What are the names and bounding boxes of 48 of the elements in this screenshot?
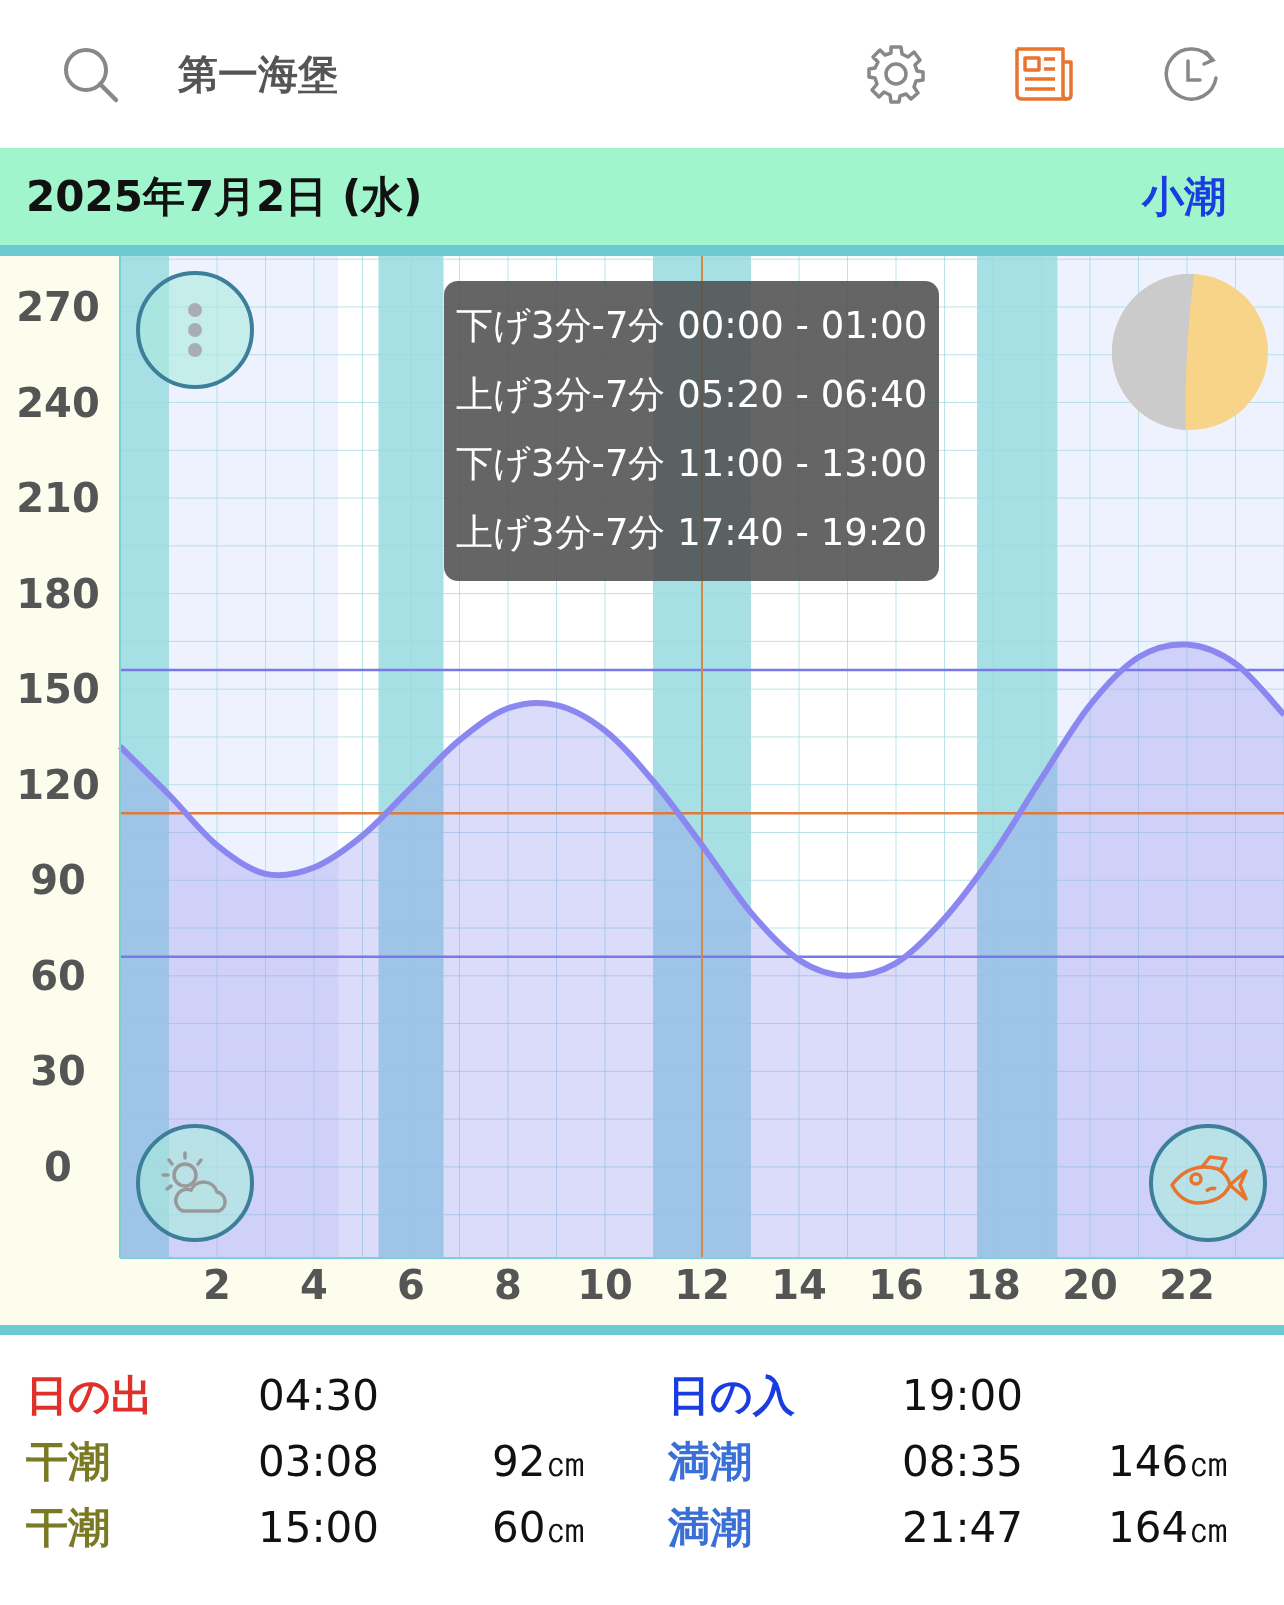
date-label: 2025年7月2日 (水)	[26, 170, 423, 223]
event-label: 日の出	[26, 1370, 153, 1422]
x-tick-label: 4	[300, 1262, 328, 1308]
newspaper-icon[interactable]	[1014, 46, 1074, 102]
x-tick-label: 12	[674, 1262, 730, 1308]
x-tick-label: 6	[397, 1262, 425, 1308]
y-tick-label: 240	[16, 379, 100, 426]
location-title: 第一海堡	[178, 49, 338, 99]
more-icon	[185, 300, 205, 360]
event-label: 干潮	[26, 1436, 110, 1488]
x-tick-label: 20	[1062, 1262, 1118, 1308]
x-tick-label: 22	[1159, 1262, 1215, 1308]
event-label: 満潮	[668, 1502, 752, 1554]
tooltip-text: 上げ3分-7分 05:20 - 06:40	[456, 372, 928, 418]
event-time: 19:00	[902, 1370, 1024, 1422]
event-time: 21:47	[902, 1502, 1024, 1554]
x-tick-label: 10	[577, 1262, 633, 1308]
x-tick-label: 16	[868, 1262, 924, 1308]
tide-type-label: 小潮	[1142, 170, 1226, 223]
event-time: 15:00	[258, 1502, 380, 1554]
event-label: 干潮	[26, 1502, 110, 1554]
event-label: 日の入	[668, 1370, 795, 1422]
y-tick-label: 180	[16, 570, 100, 617]
tide-height: 60㎝	[492, 1502, 588, 1554]
moon-icon	[1112, 274, 1268, 430]
settings-icon[interactable]	[866, 44, 926, 104]
tooltip-text: 下げ3分-7分 00:00 - 01:00	[456, 303, 928, 349]
y-tick-label: 0	[44, 1143, 72, 1190]
x-tick-label: 8	[494, 1262, 522, 1308]
y-tick-label: 210	[16, 475, 100, 522]
y-tick-label: 150	[16, 666, 100, 713]
tide-height: 146㎝	[1108, 1436, 1231, 1488]
x-tick-label: 18	[965, 1262, 1021, 1308]
x-tick-label: 14	[771, 1262, 827, 1308]
y-tick-label: 120	[16, 761, 100, 808]
event-time: 04:30	[258, 1370, 380, 1422]
tide-height: 92㎝	[492, 1436, 588, 1488]
tooltip-text: 上げ3分-7分 17:40 - 19:20	[456, 510, 928, 556]
event-time: 03:08	[258, 1436, 380, 1488]
tooltip-text: 下げ3分-7分 11:00 - 13:00	[456, 441, 928, 487]
y-tick-label: 90	[30, 857, 86, 904]
event-label: 満潮	[668, 1436, 752, 1488]
y-tick-label: 30	[30, 1048, 86, 1095]
y-tick-label: 60	[30, 952, 86, 999]
tide-height: 164㎝	[1108, 1502, 1231, 1554]
x-tick-label: 2	[203, 1262, 231, 1308]
y-tick-label: 270	[16, 283, 100, 330]
event-time: 08:35	[902, 1436, 1024, 1488]
